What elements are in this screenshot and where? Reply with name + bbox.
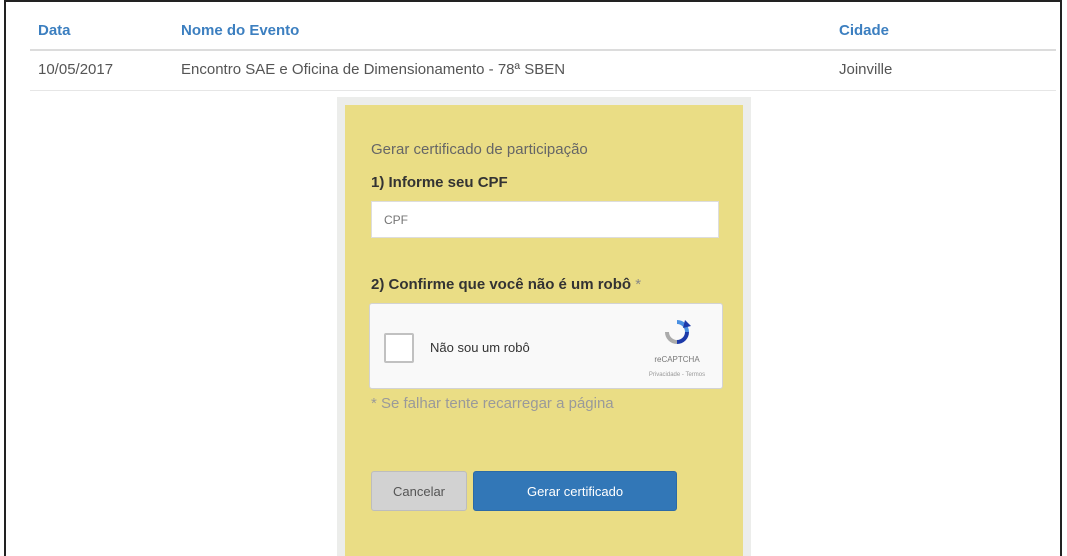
recaptcha-label: Não sou um robô (430, 340, 530, 355)
step2-text: 2) Confirme que você não é um robô (371, 276, 632, 293)
form-title: Gerar certificado de participação (371, 141, 588, 158)
cpf-input[interactable] (371, 201, 719, 238)
table-header-row: Data Nome do Evento Cidade (30, 14, 1056, 51)
events-table: Data Nome do Evento Cidade 10/05/2017 En… (30, 14, 1056, 91)
recaptcha-links[interactable]: Privacidade - Termos (642, 372, 712, 378)
cell-date: 10/05/2017 (30, 50, 173, 91)
column-header-date[interactable]: Data (30, 14, 173, 51)
step1-label: 1) Informe seu CPF (371, 174, 508, 191)
column-header-event-name[interactable]: Nome do Evento (173, 14, 831, 51)
cell-city: Joinville (831, 50, 1056, 91)
form-buttons: Cancelar Gerar certificado (371, 471, 677, 511)
recaptcha-checkbox[interactable] (384, 333, 414, 363)
step2-label: 2) Confirme que você não é um robô * (371, 276, 743, 293)
recaptcha-logo: reCAPTCHA Privacidade - Termos (642, 316, 712, 378)
required-marker: * (635, 276, 642, 293)
reload-hint: * Se falhar tente recarregar a página (371, 395, 614, 412)
certificate-modal: Gerar certificado de participação 1) Inf… (337, 97, 751, 556)
recaptcha-brand: reCAPTCHA (654, 355, 700, 364)
recaptcha-widget: Não sou um robô reCAPTCHA Privacidade - … (369, 303, 723, 389)
generate-certificate-button[interactable]: Gerar certificado (473, 471, 677, 511)
cancel-button[interactable]: Cancelar (371, 471, 467, 511)
column-header-city[interactable]: Cidade (831, 14, 1056, 51)
cell-event-name: Encontro SAE e Oficina de Dimensionament… (173, 50, 831, 91)
certificate-form: Gerar certificado de participação 1) Inf… (345, 105, 743, 556)
recaptcha-logo-icon (665, 320, 691, 344)
table-row[interactable]: 10/05/2017 Encontro SAE e Oficina de Dim… (30, 50, 1056, 91)
